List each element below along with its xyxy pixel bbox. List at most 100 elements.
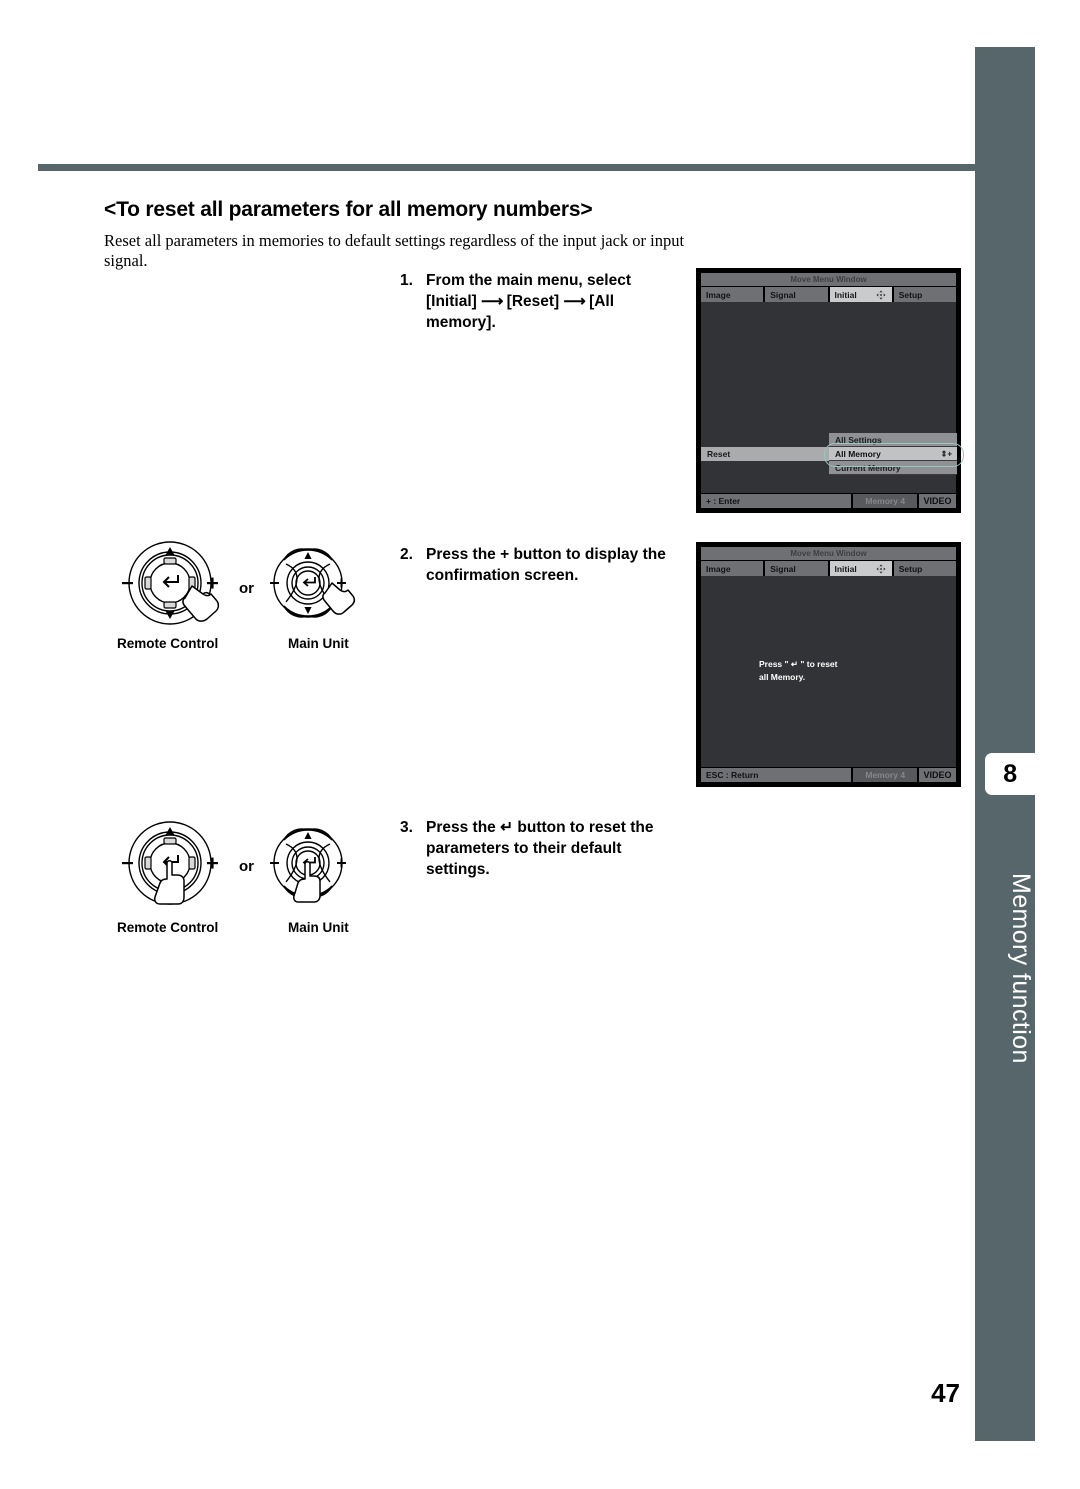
step-1: 1. From the main menu, select [Initial] … [400,270,676,334]
up-arrow-icon [304,832,312,839]
osd-2-tab-image-label: Image [706,563,731,574]
step-2: 2. Press the + button to display the con… [400,544,676,586]
step-1-body: From the main menu, select [Initial] ⟶ [… [426,270,676,334]
step-3-line-3: settings. [426,861,490,879]
step-1-line-3: memory]. [426,314,496,332]
osd-2-confirm-line-1: Press " ↵ " to reset [759,659,838,669]
intro-paragraph: Reset all parameters in memories to defa… [104,231,685,270]
pad-down [163,601,177,609]
step-1-menu-initial: [Initial] [426,293,477,311]
pointing-hand-icon [154,860,185,905]
plus-label-icon [337,578,346,588]
osd-1-dropdown: All Settings All Memory ⇕+ Current Memor… [829,433,957,475]
step-3-body: Press the ↵ button to reset the paramete… [426,817,676,881]
osd-screenshot-1: Move Menu Window Image Signal Initial Se… [696,268,964,513]
minus-label-icon [122,582,133,585]
osd-1-tab-initial[interactable]: Initial [829,287,892,302]
enter-key-icon [162,575,179,588]
osd-2-tab-setup[interactable]: Setup [893,561,956,576]
pad-left [144,856,152,870]
arrow-icon: ⟶ [481,293,503,311]
step-2-number: 2. [400,546,413,563]
osd-1-tab-setup[interactable]: Setup [893,287,956,302]
plus-label-icon [207,857,218,869]
osd-2-footer-source: VIDEO [919,768,956,782]
osd-1-tab-bar: Image Signal Initial Setup [701,287,956,302]
up-arrow-icon [165,827,175,835]
step-1-menu-reset: [Reset] [506,293,560,311]
minus-label-icon [270,582,279,584]
pad-up [163,837,177,845]
step-1-line-2: [Initial] ⟶ [Reset] ⟶ [All [426,291,676,312]
step-1-line-1: From the main menu, select [426,272,631,289]
up-arrow-icon [304,552,312,559]
step-2-body: Press the + button to display the confir… [426,544,676,586]
minus-label-icon [270,862,279,864]
step-2-line-1: Press the + button to display the [426,546,666,563]
main-unit-caption-1: Main Unit [288,636,349,651]
remote-control-caption-1: Remote Control [117,636,219,651]
down-arrow-icon [165,611,175,619]
osd-screenshot-2: Move Menu Window Image Signal Initial Se… [696,542,961,787]
page-number: 47 [931,1378,960,1408]
pad-left [144,576,152,590]
enter-key-icon: ↵ [500,819,514,836]
chapter-number-badge: 8 [985,753,1035,795]
osd-1-dropdown-item-current-memory[interactable]: Current Memory [829,461,957,475]
header-divider [38,164,975,171]
chapter-side-tab [975,47,1035,1441]
enter-key-icon [302,577,316,587]
osd-2-tab-signal[interactable]: Signal [765,561,828,576]
osd-2-footer-hint: ESC : Return [701,768,852,782]
or-label-2: or [239,858,254,875]
osd-1-titlebar: Move Menu Window [701,273,956,286]
osd-1-dropdown-item-all-memory[interactable]: All Memory ⇕+ [829,447,957,461]
osd-2-confirmation-message: Press " ↵ " to reset all Memory. [759,658,838,684]
osd-1-footer-source: VIDEO [919,494,956,508]
osd-1-body: Reset All Settings All Memory ⇕+ Current… [701,302,964,493]
osd-1-footer: + : Enter Memory 4 VIDEO [701,494,956,508]
pad-right [188,856,196,870]
pointing-hand-icon [182,585,220,622]
step-1-menu-allmemory: [All [589,293,615,311]
main-unit-caption-2: Main Unit [288,920,349,935]
osd-2-titlebar: Move Menu Window [701,547,956,560]
osd-2-tab-image[interactable]: Image [701,561,764,576]
step-3-line-1: Press the ↵ button to reset the [426,817,676,838]
step-2-line-2: confirmation screen. [426,567,579,585]
osd-1-dropdown-item-all-memory-label: All Memory [835,448,881,459]
osd-1-footer-memory: Memory 4 [853,494,918,508]
minus-label-icon [122,862,133,865]
step-3-line-2: parameters to their default [426,840,622,858]
osd-1-tab-image[interactable]: Image [701,287,764,302]
remote-control-caption-2: Remote Control [117,920,219,935]
osd-1-tab-initial-label: Initial [834,289,857,300]
osd-2-tab-signal-label: Signal [770,563,796,574]
arrow-icon: ⟶ [563,293,586,311]
osd-2-body: Press " ↵ " to reset all Memory. [701,576,956,767]
step-3-number: 3. [400,819,413,836]
osd-1-footer-hint: + : Enter [701,494,852,508]
osd-1-tab-image-label: Image [706,289,731,300]
plus-label-icon [337,858,346,868]
osd-2-confirm-line-2: all Memory. [759,672,806,683]
move-cursor-icon [876,289,886,300]
osd-1-tab-signal-label: Signal [770,289,796,300]
osd-1-dropdown-item-all-settings-label: All Settings [835,434,882,445]
osd-2-footer: ESC : Return Memory 4 VIDEO [701,768,956,782]
osd-1-dropdown-item-all-settings[interactable]: All Settings [829,433,957,447]
osd-2-tab-initial-label: Initial [834,563,857,574]
osd-1-tab-signal[interactable]: Signal [765,287,828,302]
osd-2-tab-bar: Image Signal Initial Setup [701,561,956,576]
down-arrow-icon [304,607,312,614]
osd-2-tab-initial[interactable]: Initial [829,561,892,576]
page-title: <To reset all parameters for all memory … [104,198,593,221]
up-arrow-icon [165,547,175,555]
osd-2-tab-setup-label: Setup [898,563,923,574]
plus-label-icon [207,577,218,589]
move-cursor-icon [876,563,886,574]
adjust-updown-icon: ⇕+ [940,449,952,458]
chapter-title-label: Memory function [1007,872,1035,1064]
osd-1-tab-setup-label: Setup [898,289,923,300]
step-3: 3. Press the ↵ button to reset the param… [400,817,676,881]
